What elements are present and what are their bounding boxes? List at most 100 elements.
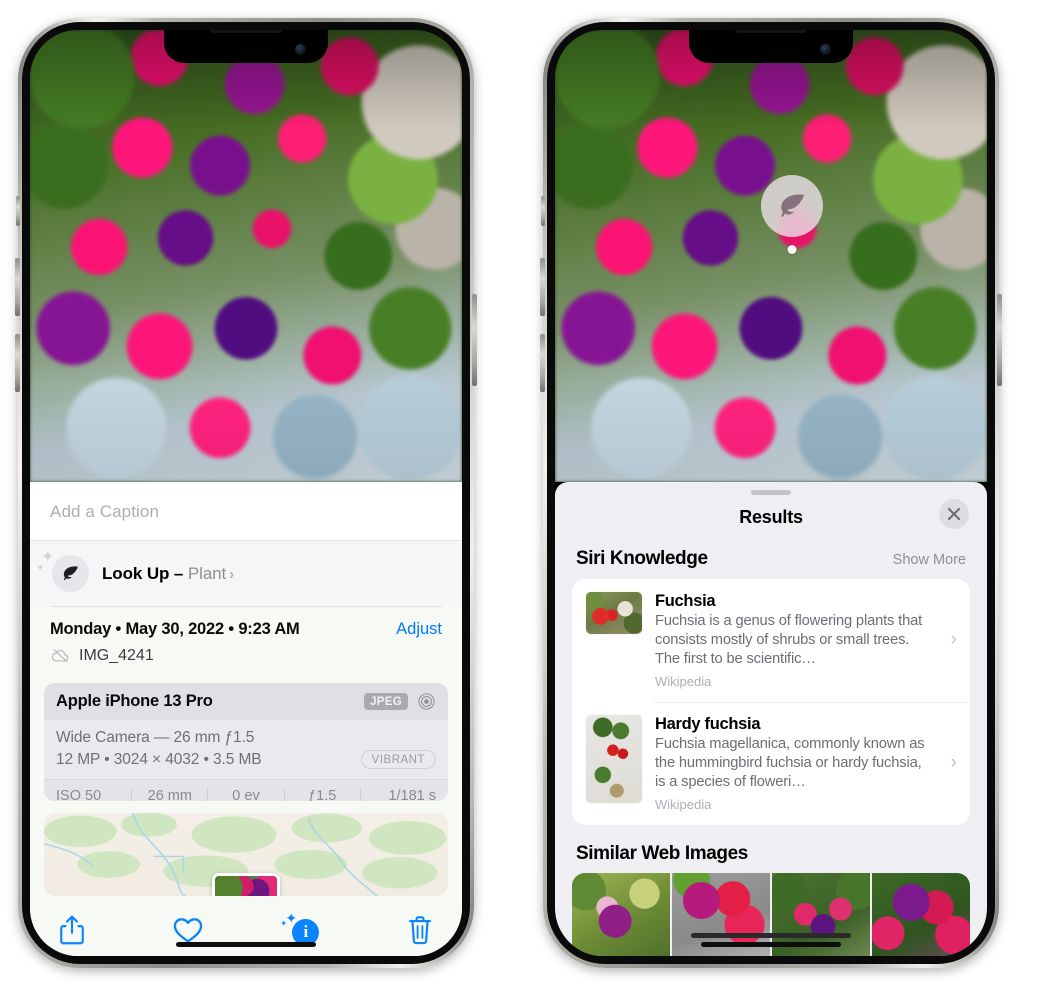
siri-knowledge-title: Siri Knowledge <box>576 548 708 569</box>
map-photo-pin[interactable] <box>212 872 280 896</box>
favorite-button[interactable] <box>172 915 204 945</box>
web-image-1[interactable] <box>572 872 670 956</box>
look-up-row[interactable]: ✦ ✦ Look Up – Plant › <box>30 541 462 607</box>
sheet-scrollbar[interactable] <box>691 933 851 938</box>
power-button[interactable] <box>997 294 1002 386</box>
sheet-title: Results <box>739 507 803 527</box>
photo-info-panel: Add a Caption ✦ ✦ Look Up – Plant › Mond… <box>30 482 462 956</box>
knowledge-title: Hardy fuchsia <box>655 714 761 733</box>
volume-down-button[interactable] <box>540 334 545 392</box>
volume-down-button[interactable] <box>15 334 20 392</box>
show-more-button[interactable]: Show More <box>893 552 966 568</box>
sparkle-icon-small: ✦ <box>36 563 45 574</box>
icloud-slash-icon <box>51 649 69 663</box>
thumbnail-image <box>586 714 642 803</box>
chevron-right-icon: › <box>950 752 957 774</box>
info-sparkle-icon: ✦ ✦ i <box>280 911 320 946</box>
look-up-label: Look Up – Plant › <box>102 564 234 584</box>
caption-field-row[interactable]: Add a Caption <box>30 482 462 541</box>
look-up-icon-wrap: ✦ ✦ <box>36 550 89 592</box>
knowledge-item-fuchsia[interactable]: Fuchsia Fuchsia is a genus of flowering … <box>572 579 970 702</box>
caption-input-placeholder[interactable]: Add a Caption <box>50 502 442 522</box>
exif-shutter-speed: 1/181 s <box>388 788 437 801</box>
leaf-icon <box>52 555 89 592</box>
exif-focal-length: 26 mm <box>147 788 192 801</box>
lens-info: Wide Camera — 26 mm ƒ1.5 <box>56 729 255 746</box>
aperture-icon <box>418 693 435 710</box>
web-image-4[interactable] <box>872 872 970 956</box>
notch-left <box>164 30 328 63</box>
trash-icon <box>409 916 431 945</box>
siri-knowledge-header: Siri Knowledge Show More <box>555 544 987 579</box>
volume-up-button[interactable] <box>15 258 20 316</box>
location-map-card[interactable] <box>44 812 448 896</box>
share-icon <box>60 915 84 945</box>
similar-web-images-title: Similar Web Images <box>576 842 748 864</box>
photo-vignette <box>30 30 462 482</box>
photo-toolbar: ✦ ✦ i <box>30 896 462 956</box>
notch-right <box>689 30 853 63</box>
left-screen: Add a Caption ✦ ✦ Look Up – Plant › Mond… <box>30 30 462 956</box>
results-sheet: Results Siri Knowledge Show More Fuchsia… <box>555 482 987 956</box>
photo-date: Monday • May 30, 2022 • 9:23 AM <box>50 620 300 638</box>
camera-header-badges: JPEG <box>364 692 436 711</box>
siri-knowledge-card: Fuchsia Fuchsia is a genus of flowering … <box>572 579 970 825</box>
front-camera-icon <box>820 44 831 55</box>
camera-body: Wide Camera — 26 mm ƒ1.5 12 MP • 3024 × … <box>44 720 448 779</box>
fuchsia-thumbnail <box>586 592 642 634</box>
filename-row: IMG_4241 <box>50 645 442 666</box>
lookup-anchor-dot <box>787 245 797 254</box>
metadata-date-row: Monday • May 30, 2022 • 9:23 AM Adjust <box>50 620 442 639</box>
adjust-button[interactable]: Adjust <box>396 620 442 639</box>
look-up-prefix: Look Up – <box>102 563 188 583</box>
leaf-icon <box>761 175 823 237</box>
look-up-subject: Plant <box>187 563 227 583</box>
knowledge-description: Fuchsia is a genus of flowering plants t… <box>655 613 923 667</box>
right-phone: Results Siri Knowledge Show More Fuchsia… <box>540 18 1002 968</box>
left-phone: Add a Caption ✦ ✦ Look Up – Plant › Mond… <box>15 18 477 968</box>
exif-iso: ISO 50 <box>56 788 102 801</box>
map-pin-thumbnail <box>215 875 277 896</box>
photo-viewer-right[interactable] <box>555 30 987 482</box>
exif-exposure-value: 0 ev <box>232 788 260 801</box>
home-indicator-left[interactable] <box>176 942 316 947</box>
exif-row: ISO 50 26 mm 0 ev ƒ1.5 1/181 s <box>44 779 448 801</box>
heart-icon <box>173 918 202 943</box>
earpiece-speaker <box>735 30 807 33</box>
knowledge-description: Fuchsia magellanica, commonly known as t… <box>655 735 925 790</box>
photographic-style-badge: VIBRANT <box>360 750 436 769</box>
camera-header: Apple iPhone 13 Pro JPEG <box>44 683 448 720</box>
similar-web-images-header: Similar Web Images <box>555 825 987 873</box>
info-button[interactable]: ✦ ✦ i <box>280 911 320 946</box>
chevron-right-icon: › <box>950 629 957 651</box>
volume-up-button[interactable] <box>540 258 545 316</box>
photo-filename: IMG_4241 <box>79 646 154 664</box>
delete-button[interactable] <box>406 914 434 946</box>
size-info: 12 MP • 3024 × 4032 • 3.5 MB <box>56 750 262 768</box>
earpiece-speaker <box>210 30 282 33</box>
share-button[interactable] <box>58 914 86 946</box>
visual-lookup-badge[interactable] <box>761 175 823 254</box>
close-icon <box>948 508 960 520</box>
hardy-fuchsia-thumbnail <box>586 714 642 803</box>
knowledge-item-hardy-fuchsia[interactable]: Hardy fuchsia Fuchsia magellanica, commo… <box>572 701 970 825</box>
size-info-row: 12 MP • 3024 × 4032 • 3.5 MB VIBRANT <box>56 750 436 769</box>
format-badge: JPEG <box>364 693 408 710</box>
photo-viewer-left[interactable] <box>30 30 462 482</box>
sheet-header: Results <box>555 495 987 544</box>
mute-switch[interactable] <box>541 196 545 226</box>
thumbnail-image <box>586 592 642 634</box>
power-button[interactable] <box>472 294 477 386</box>
front-camera-icon <box>295 44 306 55</box>
knowledge-source: Wikipedia <box>655 673 712 689</box>
camera-model: Apple iPhone 13 Pro <box>56 692 213 710</box>
camera-info-card[interactable]: Apple iPhone 13 Pro JPEG Wide Camera — 2… <box>44 683 448 801</box>
exif-aperture: ƒ1.5 <box>308 788 337 801</box>
photo-vignette <box>555 30 987 482</box>
screenshot-root: Add a Caption ✦ ✦ Look Up – Plant › Mond… <box>0 0 1055 985</box>
close-button[interactable] <box>939 499 969 529</box>
home-indicator-right[interactable] <box>701 942 841 947</box>
mute-switch[interactable] <box>16 196 20 226</box>
knowledge-source: Wikipedia <box>655 796 712 812</box>
knowledge-title: Fuchsia <box>655 592 716 610</box>
